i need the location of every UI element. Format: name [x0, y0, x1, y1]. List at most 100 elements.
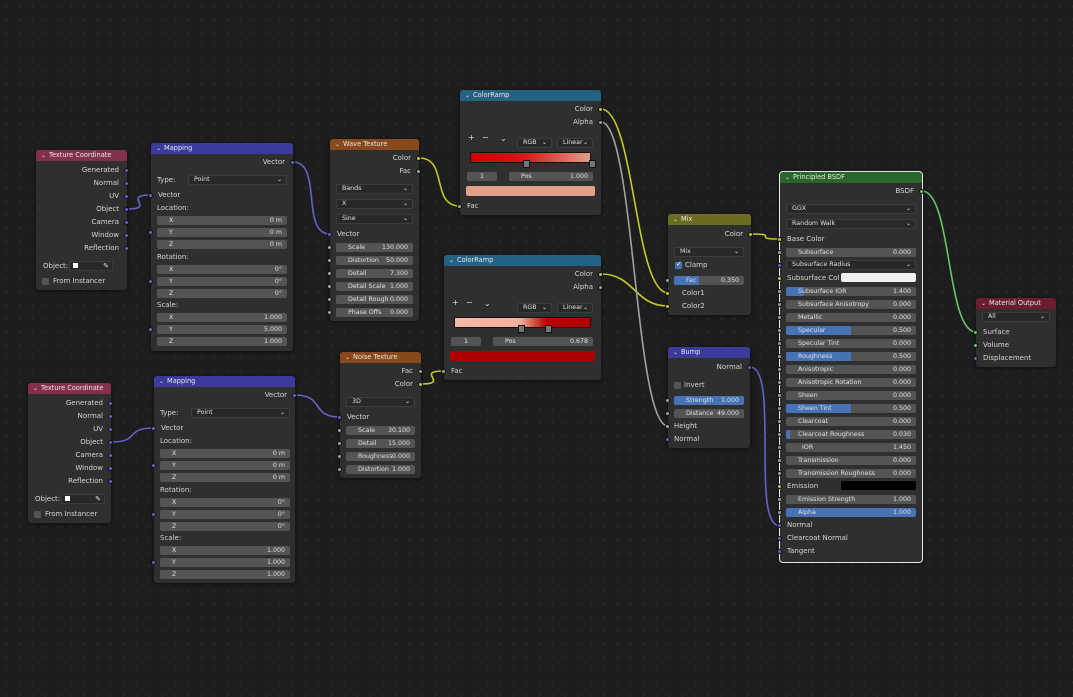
bump-invert-checkbox[interactable]	[674, 382, 681, 389]
location-y-field[interactable]: Y 0 m	[157, 228, 287, 237]
color-stop-handle[interactable]	[544, 325, 552, 333]
scale-y-field[interactable]: Y 5.000	[157, 325, 287, 334]
material-output-node[interactable]: ⌄ Material Output All ⌄ Surface Volume Displa…	[973, 298, 1056, 367]
wave-field-4-socket[interactable]	[327, 297, 332, 302]
chevron-down-icon[interactable]: ⌄	[785, 174, 790, 181]
tc-output-uv-socket[interactable]	[124, 194, 129, 199]
bsdf-field-anisotropic[interactable]: Anisotropic 0.000	[786, 365, 916, 374]
add-stop-button[interactable]: +	[468, 133, 475, 142]
node-link[interactable]	[749, 366, 781, 527]
stop-position-field[interactable]: Pos 1.000	[509, 172, 593, 181]
color-stop-handle[interactable]	[523, 160, 531, 168]
node-header[interactable]: ⌄ Texture Coordinate	[28, 383, 111, 394]
location-z-field[interactable]: Z 0 m	[160, 473, 290, 482]
bump-node[interactable]: ⌄ Bump Normal Invert Strength 1.000 Distance 4…	[665, 347, 752, 448]
stop-color-swatch[interactable]	[450, 351, 595, 361]
bsdf-3-socket[interactable]	[777, 328, 782, 333]
bsdf-field-subsurface-anisotropy[interactable]: Subsurface Anisotropy 0.000	[786, 300, 916, 309]
ramp-interpolation-dropdown[interactable]: Linear ⌄	[557, 138, 593, 148]
remove-stop-button[interactable]: −	[482, 133, 489, 142]
ramp-fac-in-socket[interactable]	[441, 369, 446, 374]
bsdf-1-socket[interactable]	[777, 302, 782, 307]
color-stop-handle[interactable]	[517, 325, 525, 333]
bsdf-field-ior[interactable]: IOR 1.450	[786, 443, 916, 452]
tc-output-camera-socket[interactable]	[108, 453, 113, 458]
object-field[interactable]: ✎	[69, 261, 113, 271]
bsdf-4-socket[interactable]	[777, 341, 782, 346]
bsdf-field-transmission-roughness[interactable]: Transmission Roughness 0.000	[786, 469, 916, 478]
mapping-node-1[interactable]: ⌄ Mapping Vector Type: Point ⌄ Vector Location…	[148, 143, 295, 351]
bsdf-12-socket[interactable]	[777, 445, 782, 450]
bump-normal-in-socket[interactable]	[665, 437, 670, 442]
noise-fac-out-socket[interactable]	[418, 369, 423, 374]
displacement-in-socket[interactable]	[973, 356, 978, 361]
subsurface-color-socket[interactable]	[777, 276, 782, 281]
from-instancer-checkbox[interactable]	[34, 511, 41, 518]
node-header[interactable]: ⌄ Mapping	[154, 376, 295, 387]
color-ramp-gradient[interactable]	[454, 317, 591, 333]
ramp-color-out-socket[interactable]	[598, 272, 603, 277]
stop-color-swatch[interactable]	[466, 186, 595, 196]
from-instancer-checkbox[interactable]	[42, 278, 49, 285]
wave-field-0-socket[interactable]	[327, 245, 332, 250]
scale-z-field[interactable]: Z 1.000	[160, 570, 290, 579]
chevron-down-icon[interactable]: ⌄	[673, 349, 678, 356]
bump-distance-socket[interactable]	[665, 411, 670, 416]
chevron-down-icon[interactable]: ⌄	[500, 134, 507, 143]
bsdf-field-specular-tint[interactable]: Specular Tint 0.000	[786, 339, 916, 348]
rotation-x-field[interactable]: X 0°	[160, 498, 290, 507]
location-input-socket[interactable]	[151, 463, 156, 468]
surface-in-socket[interactable]	[973, 330, 978, 335]
color-ramp-node-1[interactable]: ⌄ ColorRamp Color Alpha + − ⌄ RGB ⌄ Linear ⌄ 1 Pos 1…	[457, 90, 603, 215]
stop-index-field[interactable]: 1	[467, 172, 497, 181]
subsurface-method-dropdown[interactable]: Random Walk ⌄	[786, 219, 916, 229]
chevron-down-icon[interactable]: ⌄	[345, 354, 350, 361]
mapping-vector-in-socket[interactable]	[148, 193, 153, 198]
noise-field-1[interactable]: Detail 15.000	[346, 439, 415, 448]
tc-output-normal-socket[interactable]	[124, 181, 129, 186]
chevron-down-icon[interactable]: ⌄	[484, 299, 491, 308]
color-ramp-gradient[interactable]	[470, 152, 596, 168]
location-z-field[interactable]: Z 0 m	[157, 240, 287, 249]
tc-output-window-socket[interactable]	[108, 466, 113, 471]
node-header[interactable]: ⌄ Mapping	[151, 143, 293, 154]
alpha-socket[interactable]	[777, 510, 782, 515]
chevron-down-icon[interactable]: ⌄	[33, 385, 38, 392]
bump-distance-field[interactable]: Distance 49.000	[674, 409, 744, 418]
noise-field-2-socket[interactable]	[337, 454, 342, 459]
node-link[interactable]	[750, 233, 781, 240]
bsdf-field-sheen[interactable]: Sheen 0.000	[786, 391, 916, 400]
ramp-mode-dropdown[interactable]: RGB ⌄	[517, 303, 552, 313]
rotation-y-field[interactable]: Y 0°	[160, 510, 290, 519]
chevron-down-icon[interactable]: ⌄	[981, 300, 986, 307]
tc-output-normal-socket[interactable]	[108, 414, 113, 419]
object-field[interactable]: ✎	[61, 494, 105, 504]
rotation-input-socket[interactable]	[151, 512, 156, 517]
mapping-type-dropdown[interactable]: Point ⌄	[191, 408, 290, 418]
bsdf-field-roughness[interactable]: Roughness 0.500	[786, 352, 916, 361]
ramp-mode-dropdown[interactable]: RGB ⌄	[517, 138, 552, 148]
bsdf-10-socket[interactable]	[777, 419, 782, 424]
rotation-z-field[interactable]: Z 0°	[160, 522, 290, 531]
bsdf-field-specular[interactable]: Specular 0.500	[786, 326, 916, 335]
node-header[interactable]: ⌄ Principled BSDF	[780, 172, 922, 183]
rotation-z-field[interactable]: Z 0°	[157, 289, 287, 298]
ramp-alpha-out-socket[interactable]	[598, 120, 603, 125]
mapping-vector-in-socket[interactable]	[151, 426, 156, 431]
noise-field-0[interactable]: Scale 30.100	[346, 426, 415, 435]
location-x-field[interactable]: X 0 m	[157, 216, 287, 225]
subsurface-radius-dropdown[interactable]: Subsurface Radius ⌄	[786, 260, 916, 270]
location-y-field[interactable]: Y 0 m	[160, 461, 290, 470]
node-header[interactable]: ⌄ Wave Texture	[330, 139, 419, 150]
scale-input-socket[interactable]	[148, 327, 153, 332]
tc-output-generated-socket[interactable]	[108, 401, 113, 406]
wave-field-2[interactable]: Detail 7.300	[336, 269, 413, 278]
noise-field-3[interactable]: Distortion 1.000	[346, 465, 415, 474]
subsurface-field[interactable]: Subsurface 0.000	[786, 248, 916, 257]
bsdf-9-socket[interactable]	[777, 406, 782, 411]
chevron-down-icon[interactable]: ⌄	[673, 216, 678, 223]
wave-field-5[interactable]: Phase Offs 0.000	[336, 308, 413, 317]
node-link[interactable]	[600, 108, 669, 294]
eyedropper-icon[interactable]: ✎	[95, 495, 101, 503]
wave-profile-dropdown[interactable]: Sine ⌄	[336, 214, 413, 224]
